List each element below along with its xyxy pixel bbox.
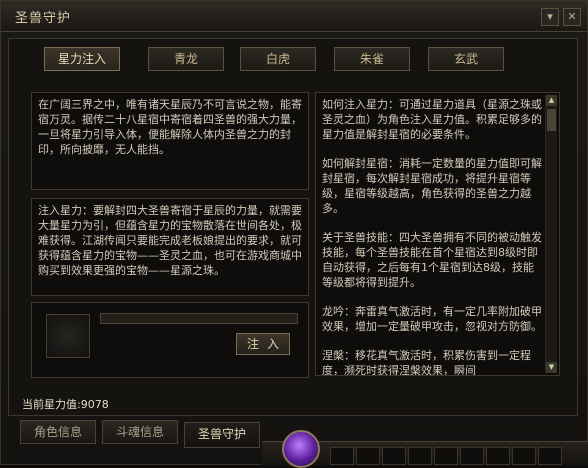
current-star-power: 当前星力值:9078 (22, 398, 109, 411)
inject-description-text: 注入星力：要解封四大圣兽寄宿于星辰的力量，就需要大量星力为引，但蕴含星力的宝物散… (38, 204, 302, 277)
hud-slot[interactable] (434, 447, 458, 465)
help-text: 如何注入星力：可通过星力道具（星源之珠或圣灵之血）为角色注入星力值。积累足够多的… (322, 97, 543, 376)
scroll-down-icon[interactable]: ▼ (546, 362, 557, 373)
inject-description-panel: 注入星力：要解封四大圣兽寄宿于星辰的力量，就需要大量星力为引，但蕴含星力的宝物散… (31, 198, 309, 296)
inject-button[interactable]: 注入 (236, 333, 290, 355)
minimize-button[interactable]: ▾ (541, 8, 559, 26)
tab-sacred-beast[interactable]: 圣兽守护 (184, 422, 260, 448)
skill-orb-icon[interactable] (282, 430, 320, 468)
tab-soul-info[interactable]: 斗魂信息 (102, 420, 178, 444)
tab-character-info[interactable]: 角色信息 (20, 420, 96, 444)
hud-slot[interactable] (408, 447, 432, 465)
intro-text: 在广阔三界之中，唯有诸天星辰乃不可言说之物，能寄宿万灵。据传二十八星宿中寄宿着四… (38, 98, 302, 156)
tab-azure-dragon[interactable]: 青龙 (148, 47, 224, 71)
help-scrollbar[interactable]: ▲ ▼ (545, 95, 557, 373)
scroll-thumb[interactable] (547, 109, 556, 131)
close-button[interactable]: ✕ (563, 8, 581, 26)
tab-vermilion-bird[interactable]: 朱雀 (334, 47, 410, 71)
tab-black-tortoise[interactable]: 玄武 (428, 47, 504, 71)
tab-star-injection[interactable]: 星力注入 (44, 47, 120, 71)
help-panel: 如何注入星力：可通过星力道具（星源之珠或圣灵之血）为角色注入星力值。积累足够多的… (315, 92, 560, 376)
help-paragraph: 如何解封星宿：消耗一定数量的星力值即可解封星宿，每次解封星宿成功，将提升星宿等级… (322, 157, 542, 215)
top-tab-bar: 星力注入 青龙 白虎 朱雀 玄武 (44, 47, 534, 71)
hud-slot[interactable] (460, 447, 484, 465)
intro-panel: 在广阔三界之中，唯有诸天星辰乃不可言说之物，能寄宿万灵。据传二十八星宿中寄宿着四… (31, 92, 309, 190)
title-bar[interactable]: 圣兽守护 ▾ ✕ (1, 1, 587, 32)
hud-slot[interactable] (486, 447, 510, 465)
scroll-up-icon[interactable]: ▲ (546, 95, 557, 106)
help-paragraph: 如何注入星力：可通过星力道具（星源之珠或圣灵之血）为角色注入星力值。积累足够多的… (322, 98, 542, 141)
window-title: 圣兽守护 (15, 11, 72, 26)
item-slot[interactable] (46, 314, 90, 358)
help-paragraph: 龙吟：奔雷真气激活时，有一定几率附加破甲效果，增加一定量破甲攻击，忽视对方防御。 (322, 305, 542, 333)
hud-slot[interactable] (538, 447, 562, 465)
help-paragraph: 涅槃：移花真气激活时，积累伤害到一定程度，濒死时获得涅槃效果，瞬间 (322, 349, 531, 376)
hud-slot[interactable] (356, 447, 380, 465)
star-power-progress (100, 313, 298, 324)
help-paragraph: 关于圣兽技能：四大圣兽拥有不同的被动触发技能，每个圣兽技能在首个星宿达到8级时即… (322, 231, 542, 289)
tab-white-tiger[interactable]: 白虎 (240, 47, 316, 71)
hud-slot[interactable] (330, 447, 354, 465)
hud-slot[interactable] (512, 447, 536, 465)
hud-slot[interactable] (382, 447, 406, 465)
